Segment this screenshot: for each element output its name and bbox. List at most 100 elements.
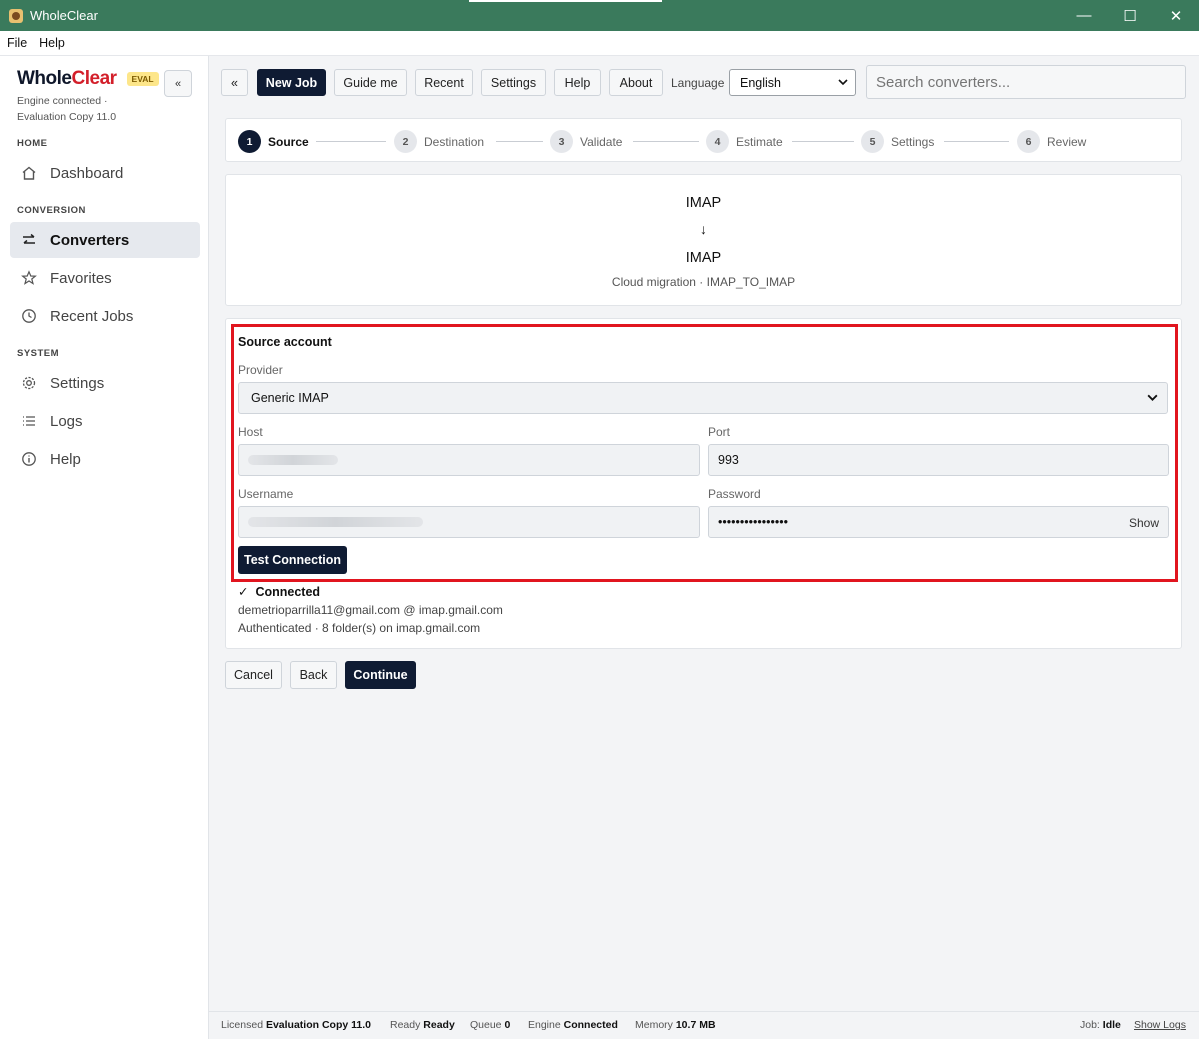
redacted-value bbox=[248, 455, 338, 465]
route-subtitle: Cloud migration · IMAP_TO_IMAP bbox=[611, 275, 796, 289]
status-licensed: Licensed Evaluation Copy 11.0 bbox=[221, 1019, 371, 1031]
step-source[interactable]: 1 Source bbox=[238, 130, 309, 153]
sidebar-item-label: Logs bbox=[50, 412, 83, 430]
sidebar-item-label: Recent Jobs bbox=[50, 307, 134, 325]
eval-badge: EVAL bbox=[126, 72, 159, 86]
provider-value: Generic IMAP bbox=[251, 391, 329, 405]
host-label: Host bbox=[238, 425, 263, 439]
toolbar-back-button[interactable]: « bbox=[221, 69, 248, 96]
menu-file[interactable]: File bbox=[7, 36, 27, 50]
continue-button[interactable]: Continue bbox=[345, 661, 416, 689]
auth-summary: Authenticated · 8 folder(s) on imap.gmai… bbox=[238, 621, 481, 635]
language-value: English bbox=[740, 75, 781, 90]
password-value: •••••••••••••••• bbox=[718, 515, 789, 529]
new-job-button[interactable]: New Job bbox=[257, 69, 326, 96]
chevron-down-icon bbox=[837, 76, 849, 91]
sidebar-item-favorites[interactable]: Favorites bbox=[10, 260, 200, 296]
gear-icon bbox=[20, 374, 38, 392]
sidebar-item-label: Settings bbox=[50, 374, 105, 392]
home-icon bbox=[20, 164, 38, 182]
chevron-down-icon bbox=[1146, 391, 1159, 407]
arrow-down-icon: ↓ bbox=[700, 221, 707, 237]
password-field[interactable]: •••••••••••••••• Show bbox=[708, 506, 1169, 538]
window-title: WholeClear bbox=[30, 8, 98, 23]
about-button[interactable]: About bbox=[609, 69, 663, 96]
back-button[interactable]: Back bbox=[290, 661, 337, 689]
logo: WholeClear bbox=[17, 68, 117, 89]
section-system: SYSTEM bbox=[17, 348, 60, 359]
menu-bar: File Help bbox=[0, 31, 1199, 56]
username-field[interactable] bbox=[238, 506, 700, 538]
show-password-button[interactable]: Show bbox=[1129, 516, 1159, 530]
provider-label: Provider bbox=[238, 363, 283, 377]
status-memory: Memory 10.7 MB bbox=[635, 1019, 716, 1031]
guide-me-button[interactable]: Guide me bbox=[334, 69, 407, 96]
app-icon bbox=[9, 8, 23, 23]
help-button[interactable]: Help bbox=[554, 69, 601, 96]
collapse-sidebar-button[interactable]: « bbox=[164, 70, 192, 97]
settings-button[interactable]: Settings bbox=[481, 69, 546, 96]
step-validate[interactable]: 3 Validate bbox=[550, 130, 622, 153]
step-destination[interactable]: 2 Destination bbox=[394, 130, 484, 153]
step-estimate[interactable]: 4 Estimate bbox=[706, 130, 783, 153]
sidebar-item-logs[interactable]: Logs bbox=[10, 403, 200, 439]
sidebar-item-label: Help bbox=[50, 450, 81, 468]
username-label: Username bbox=[238, 487, 294, 501]
section-conversion: CONVERSION bbox=[17, 205, 86, 216]
search-input[interactable] bbox=[866, 65, 1186, 99]
engine-status: Engine connected · Evaluation Copy 11.0 bbox=[17, 95, 117, 123]
language-label: Language bbox=[671, 76, 725, 90]
step-connector bbox=[944, 141, 1009, 142]
sidebar-item-help[interactable]: Help bbox=[10, 441, 200, 477]
connection-status: ✓ Connected bbox=[238, 584, 320, 599]
language-select[interactable]: English bbox=[729, 69, 856, 96]
status-bar: Licensed Evaluation Copy 11.0 Ready Read… bbox=[209, 1011, 1199, 1039]
status-queue: Queue 0 bbox=[470, 1019, 511, 1031]
step-connector bbox=[496, 141, 543, 142]
brand: WholeClear EVAL bbox=[17, 68, 159, 90]
step-connector bbox=[792, 141, 854, 142]
route-card: IMAP ↓ IMAP Cloud migration · IMAP_TO_IM… bbox=[225, 174, 1182, 306]
toolbar: « New Job Guide me Recent Settings Help … bbox=[221, 65, 1187, 99]
star-icon bbox=[20, 269, 38, 287]
connected-account: demetrioparrilla11@gmail.com @ imap.gmai… bbox=[238, 603, 503, 617]
close-button[interactable]: ✕ bbox=[1153, 0, 1199, 31]
minimize-button[interactable]: — bbox=[1061, 0, 1107, 31]
sidebar-item-label: Favorites bbox=[50, 269, 112, 287]
show-logs-link[interactable]: Show Logs bbox=[1134, 1019, 1186, 1031]
status-engine: Engine Connected bbox=[528, 1019, 618, 1031]
route-from: IMAP bbox=[685, 195, 722, 211]
recent-button[interactable]: Recent bbox=[415, 69, 473, 96]
wizard-stepper: 1 Source 2 Destination 3 Validate 4 Estimate… bbox=[225, 118, 1182, 162]
maximize-button[interactable]: ☐ bbox=[1107, 0, 1153, 31]
port-label: Port bbox=[708, 425, 731, 439]
section-home: HOME bbox=[17, 138, 48, 149]
host-field[interactable] bbox=[238, 444, 700, 476]
step-connector bbox=[316, 141, 386, 142]
sidebar-item-recent-jobs[interactable]: Recent Jobs bbox=[10, 298, 200, 334]
port-field[interactable]: 993 bbox=[708, 444, 1169, 476]
info-icon bbox=[20, 450, 38, 468]
step-connector bbox=[633, 141, 699, 142]
sidebar-item-label: Dashboard bbox=[50, 164, 124, 182]
password-label: Password bbox=[708, 487, 761, 501]
clock-icon bbox=[20, 307, 38, 325]
step-review[interactable]: 6 Review bbox=[1017, 130, 1086, 153]
test-connection-button[interactable]: Test Connection bbox=[238, 546, 347, 574]
menu-help[interactable]: Help bbox=[39, 36, 65, 50]
port-value: 993 bbox=[718, 453, 739, 467]
cancel-button[interactable]: Cancel bbox=[225, 661, 282, 689]
provider-select[interactable]: Generic IMAP bbox=[238, 382, 1168, 414]
sidebar-item-label: Converters bbox=[50, 231, 130, 249]
check-icon: ✓ bbox=[238, 585, 249, 599]
sidebar-item-dashboard[interactable]: Dashboard bbox=[10, 155, 200, 191]
sidebar-item-settings[interactable]: Settings bbox=[10, 365, 200, 401]
step-settings[interactable]: 5 Settings bbox=[861, 130, 934, 153]
sidebar-item-converters[interactable]: Converters bbox=[10, 222, 200, 258]
status-job: Job: Idle bbox=[1080, 1019, 1121, 1031]
source-account-title: Source account bbox=[238, 335, 332, 349]
title-bar: WholeClear — ☐ ✕ bbox=[0, 0, 1199, 31]
redacted-value bbox=[248, 517, 423, 527]
title-bar-accent bbox=[469, 0, 662, 2]
route-to: IMAP bbox=[685, 250, 722, 266]
